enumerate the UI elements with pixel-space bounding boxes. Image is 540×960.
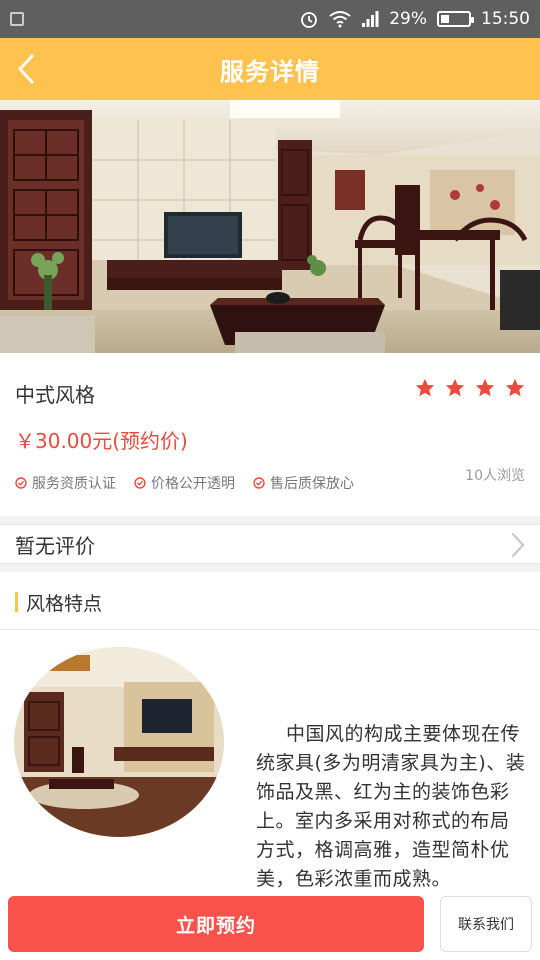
feature-list: 服务资质认证 价格公开透明 售后质保放心 (15, 473, 354, 493)
section-header: 风格特点 (0, 572, 540, 630)
check-circle-icon (15, 477, 27, 489)
hero-image (0, 100, 540, 353)
battery-percent: 29% (389, 9, 427, 29)
reviews-label: 暂无评价 (15, 533, 95, 558)
star-icon (415, 378, 435, 397)
wifi-icon (329, 11, 351, 28)
page-title: 服务详情 (220, 57, 320, 86)
section-accent-bar (15, 592, 18, 612)
rating-stars (414, 377, 526, 399)
view-count: 10人浏览 (465, 468, 525, 484)
contact-us-button[interactable]: 联系我们 (440, 896, 532, 952)
battery-icon (437, 11, 474, 27)
feature-item: 价格公开透明 (134, 473, 235, 493)
status-bar: 29% 15:50 (0, 0, 540, 38)
battery-fill (441, 15, 449, 23)
feature-label: 服务资质认证 (32, 476, 116, 492)
feature-item: 服务资质认证 (15, 473, 116, 493)
feature-label: 价格公开透明 (151, 476, 235, 492)
section-heading: 风格特点 (26, 593, 103, 615)
service-name: 中式风格 (15, 383, 95, 407)
star-icon (475, 378, 495, 397)
star-icon (505, 378, 525, 397)
signal-icon (362, 11, 379, 27)
check-circle-icon (134, 477, 146, 489)
feature-label: 售后质保放心 (270, 476, 354, 492)
service-info: 中式风格 ￥30.00元(预约价) 服务资质认证 价格公开透明 售后质保放心 1… (0, 353, 540, 516)
back-icon[interactable] (12, 52, 40, 86)
check-circle-icon (253, 477, 265, 489)
notification-icon (10, 12, 24, 26)
bottom-action-bar: 立即预约 联系我们 (0, 888, 540, 960)
style-image (14, 647, 224, 837)
reviews-row[interactable]: 暂无评价 (0, 524, 540, 564)
alarm-icon (301, 12, 318, 28)
clock: 15:50 (481, 9, 530, 29)
star-icon (445, 378, 465, 397)
chevron-right-icon (511, 532, 525, 558)
service-price: ￥30.00元(预约价) (15, 429, 188, 453)
book-now-button[interactable]: 立即预约 (8, 896, 424, 952)
feature-item: 售后质保放心 (253, 473, 354, 493)
app-header: 服务详情 (0, 38, 540, 100)
style-description: 中国风的构成主要体现在传统家具(多为明清家具为主)、装饰品及黑、红为主的装饰色彩… (256, 723, 526, 890)
